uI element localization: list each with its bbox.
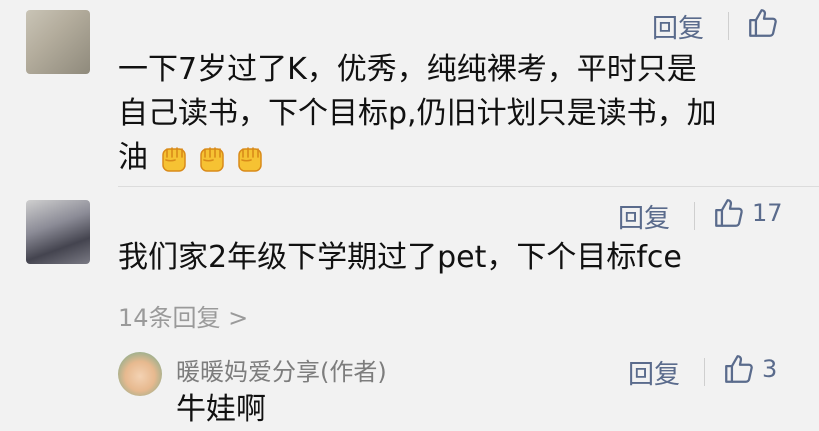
raised-fist-emoji-icon bbox=[161, 146, 186, 172]
raised-fist-emoji-icon bbox=[237, 146, 262, 172]
comment-text: 我们家2年级下学期过了pet，下个目标fce bbox=[118, 236, 808, 280]
avatar[interactable] bbox=[118, 352, 162, 396]
author-name[interactable]: 暖暖妈爱分享(作者) bbox=[176, 352, 387, 387]
comment-divider bbox=[118, 186, 819, 187]
comment-text-fragment: 油 bbox=[118, 140, 148, 175]
divider bbox=[728, 12, 729, 40]
divider bbox=[694, 202, 695, 230]
like-button[interactable] bbox=[746, 6, 786, 40]
reply-button[interactable]: 回复 bbox=[628, 354, 680, 391]
view-replies-link[interactable]: 14条回复 > bbox=[118, 298, 248, 333]
thumbs-up-icon bbox=[749, 9, 777, 37]
comment-text: 一下7岁过了K，优秀，纯纯裸考，平时只是 自己读书，下个目标p,仍旧计划只是读书… bbox=[118, 48, 808, 180]
like-button[interactable]: 3 bbox=[722, 352, 777, 386]
reply-button[interactable]: 回复 bbox=[618, 198, 670, 235]
thumbs-up-icon bbox=[725, 355, 753, 383]
reply-button[interactable]: 回复 bbox=[652, 8, 704, 45]
reply-text: 牛娃啊 bbox=[176, 392, 266, 427]
avatar[interactable] bbox=[26, 200, 90, 264]
divider bbox=[704, 358, 705, 386]
comment-text-line: 我们家2年级下学期过了pet，下个目标fce bbox=[118, 240, 682, 275]
thumbs-up-icon bbox=[715, 199, 743, 227]
like-count: 3 bbox=[762, 355, 778, 383]
avatar[interactable] bbox=[26, 10, 90, 74]
comment-text-line: 自己读书，下个目标p,仍旧计划只是读书，加 bbox=[118, 96, 717, 131]
comment-text-line: 一下7岁过了K，优秀，纯纯裸考，平时只是 bbox=[118, 52, 697, 87]
like-count: 17 bbox=[752, 199, 783, 227]
raised-fist-emoji-icon bbox=[199, 146, 224, 172]
like-button[interactable]: 17 bbox=[712, 196, 783, 230]
comment-text-line: 油 bbox=[118, 136, 808, 180]
